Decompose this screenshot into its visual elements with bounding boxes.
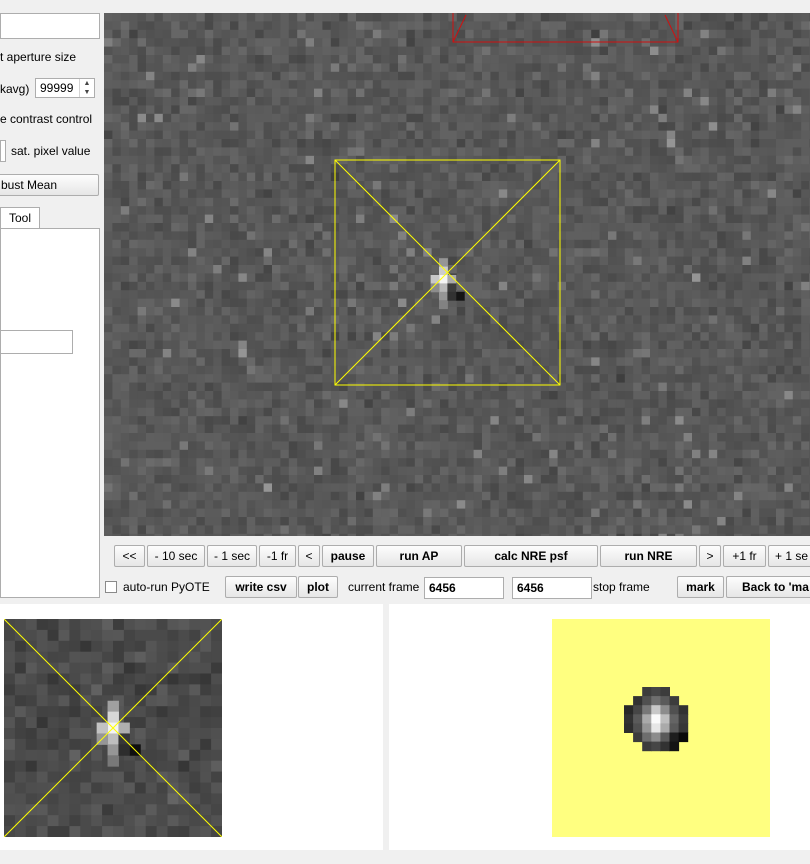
psf-pixels [624,687,689,752]
next-button[interactable]: > [699,545,721,567]
sat-pixel-input[interactable] [0,140,6,162]
main-image-svg [104,13,810,536]
run-nre-button[interactable]: run NRE [600,545,697,567]
main-image-view[interactable] [104,13,810,536]
psf-thumbnail-svg [552,619,770,837]
minus-1-frame-button[interactable]: -1 fr [259,545,296,567]
avg-value: 99999 [40,81,74,95]
contrast-label: e contrast control [0,112,93,126]
prev-button[interactable]: < [298,545,320,567]
minus-10-sec-button[interactable]: - 10 sec [147,545,205,567]
skip-start-button[interactable]: << [114,545,145,567]
plus-1-frame-button[interactable]: +1 fr [723,545,766,567]
mark-button[interactable]: mark [677,576,724,598]
auto-run-pyote-label: auto-run PyOTE [123,580,210,594]
pause-button[interactable]: pause [322,545,374,567]
stop-frame-input[interactable]: 6456 [512,577,592,599]
calc-nre-psf-button[interactable]: calc NRE psf [464,545,598,567]
sat-pixel-label: sat. pixel value [11,144,91,158]
aperture-thumbnail[interactable] [4,619,222,837]
spin-down-icon[interactable]: ▼ [79,88,94,97]
noise-pixels [104,13,810,536]
robust-mean-button[interactable]: bust Mean [0,174,99,196]
tool-panel [0,228,100,598]
plot-button[interactable]: plot [298,576,338,598]
run-ap-button[interactable]: run AP [376,545,462,567]
avg-label: kavg) [0,82,30,96]
write-csv-button[interactable]: write csv [225,576,297,598]
aperture-size-label: t aperture size [0,50,77,64]
plus-1-sec-button[interactable]: + 1 se [768,545,810,567]
stop-frame-label: stop frame [593,580,650,594]
tool-tab[interactable]: Tool [0,207,40,229]
avg-spinbox[interactable]: 99999 ▲ ▼ [35,78,95,98]
auto-run-pyote-checkbox[interactable] [105,581,117,593]
tool-input[interactable] [0,330,73,354]
aperture-thumbnail-svg [4,619,222,837]
left-top-input[interactable] [0,13,100,39]
psf-thumbnail[interactable] [552,619,770,837]
current-frame-label: current frame [348,580,420,594]
spin-up-icon[interactable]: ▲ [79,79,94,88]
back-to-button[interactable]: Back to 'ma [726,576,810,598]
minus-1-sec-button[interactable]: - 1 sec [207,545,257,567]
current-frame-input[interactable]: 6456 [424,577,504,599]
